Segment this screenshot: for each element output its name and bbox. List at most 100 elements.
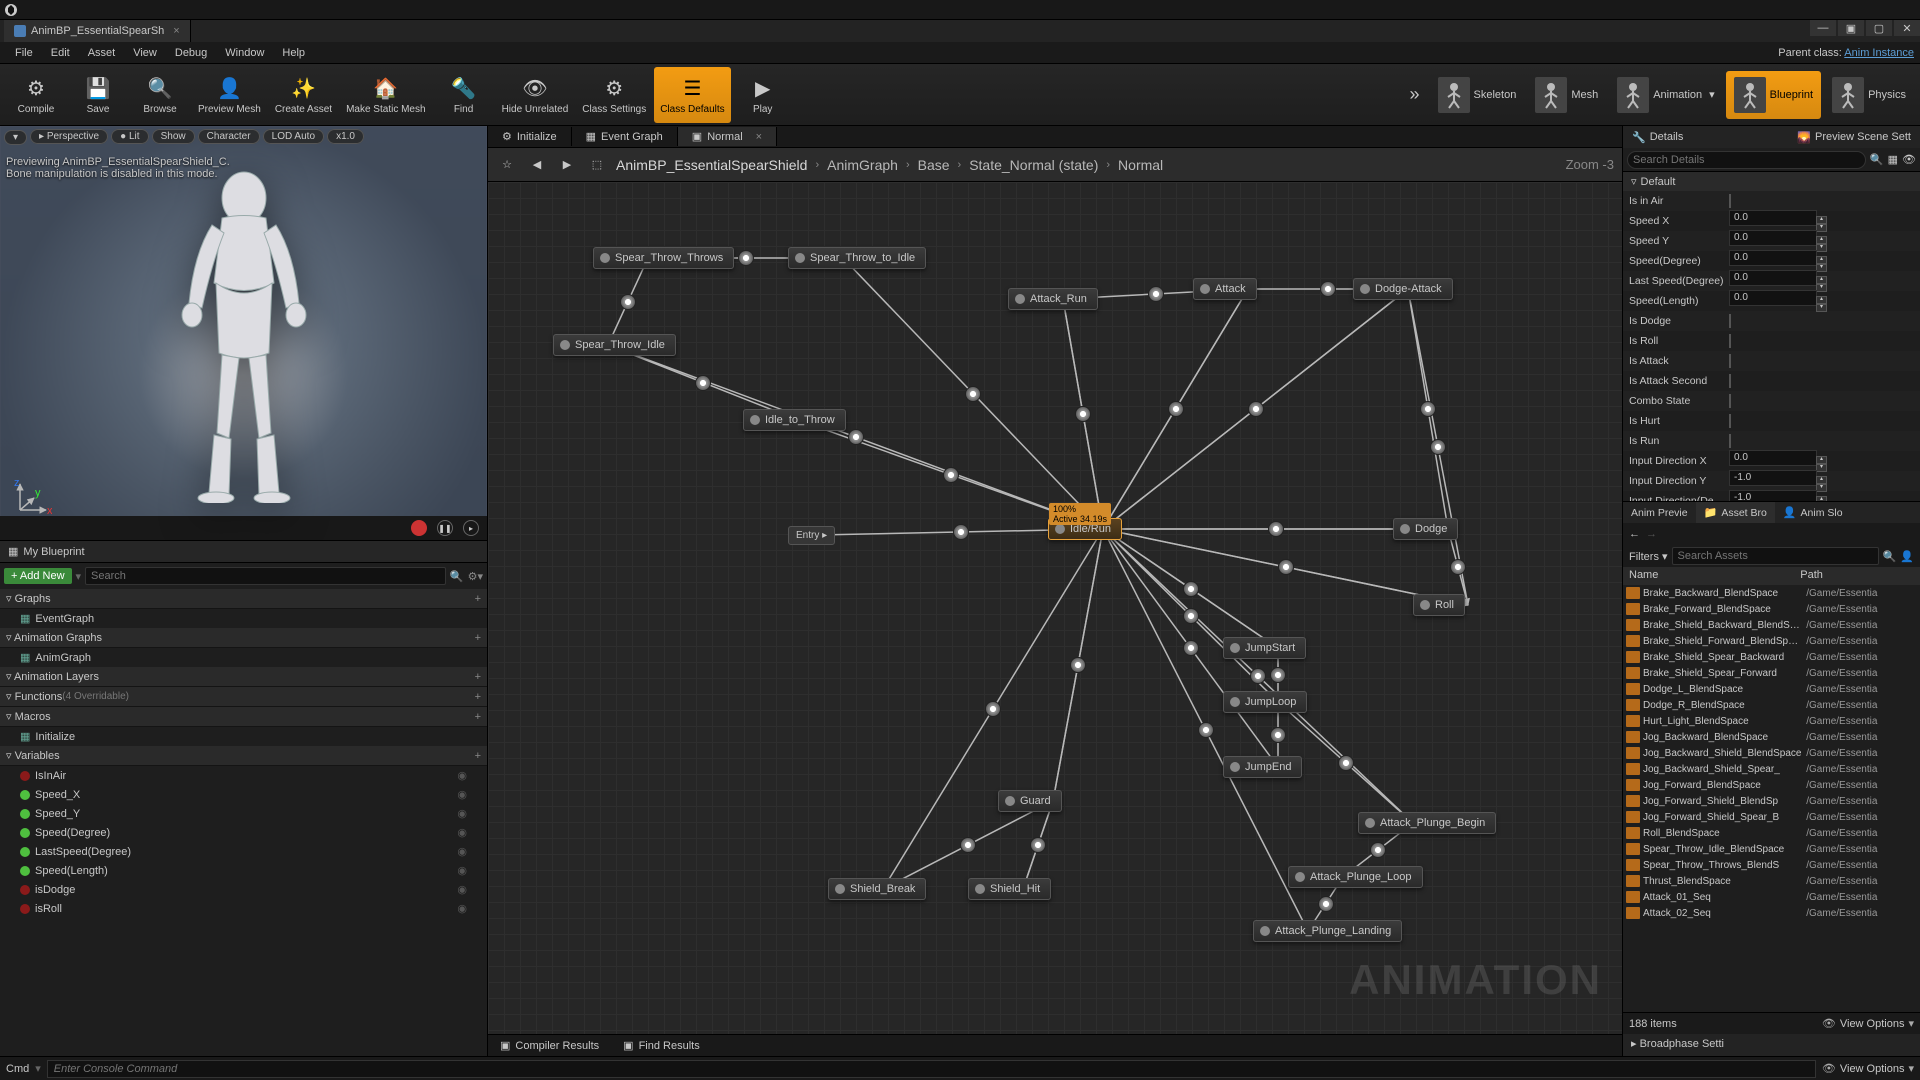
checkbox[interactable]	[1729, 314, 1731, 328]
graph-canvas[interactable]: ANIMATION Spear_Throw_ThrowsSpear_Throw_…	[488, 182, 1622, 1034]
close-icon[interactable]: ×	[756, 131, 762, 143]
add-icon[interactable]: +	[475, 671, 481, 683]
transition-rule-icon[interactable]	[953, 524, 969, 540]
checkbox[interactable]	[1729, 334, 1731, 348]
menu-window[interactable]: Window	[216, 45, 273, 61]
spin-up-icon[interactable]: ▴	[1816, 236, 1827, 244]
vp-x10[interactable]: x1.0	[327, 129, 364, 144]
history-fwd-icon[interactable]: →	[1646, 528, 1657, 540]
window-min-button[interactable]: —	[1810, 20, 1836, 36]
mode-mesh[interactable]: Mesh	[1527, 71, 1606, 119]
transition-rule-icon[interactable]	[965, 386, 981, 402]
spin-up-icon[interactable]: ▴	[1816, 296, 1827, 304]
myblueprint-tab[interactable]: ▦ My Blueprint	[0, 541, 487, 563]
checkbox[interactable]	[1729, 394, 1731, 408]
transition-rule-icon[interactable]	[1420, 401, 1436, 417]
state-attack_plunge_begin[interactable]: Attack_Plunge_Begin	[1358, 812, 1496, 834]
add-icon[interactable]: +	[475, 691, 481, 703]
state-spear_throw_idle[interactable]: Spear_Throw_Idle	[553, 334, 676, 356]
details-search[interactable]	[1627, 151, 1866, 169]
number-input[interactable]	[1729, 210, 1817, 226]
transition-rule-icon[interactable]	[1198, 722, 1214, 738]
state-idle_run[interactable]: 100%Active 34.19sIdle/Run	[1048, 518, 1122, 540]
asset-row[interactable]: Jog_Forward_BlendSpace/Game/Essentia	[1623, 777, 1920, 793]
asset-row[interactable]: Attack_02_Seq/Game/Essentia	[1623, 905, 1920, 921]
asset-row[interactable]: Brake_Shield_Forward_BlendSpace/Game/Ess…	[1623, 633, 1920, 649]
visibility-icon[interactable]: ◉	[457, 769, 467, 782]
transition-rule-icon[interactable]	[738, 250, 754, 266]
state-guard[interactable]: Guard	[998, 790, 1062, 812]
search-icon[interactable]: 🔍	[1883, 550, 1897, 563]
mode-skeleton[interactable]: Skeleton	[1430, 71, 1525, 119]
transition-rule-icon[interactable]	[1450, 559, 1466, 575]
col-path[interactable]: Path	[1794, 567, 1920, 585]
details-section-default[interactable]: ▿ Default	[1623, 172, 1920, 191]
preview-button[interactable]: 👤Preview Mesh	[192, 67, 267, 123]
favorite-icon[interactable]: ☆	[496, 154, 518, 176]
number-input[interactable]	[1729, 490, 1817, 501]
state-attack_plunge_landing[interactable]: Attack_Plunge_Landing	[1253, 920, 1402, 942]
view-options-button[interactable]: 👁 View Options ▾	[1822, 1062, 1914, 1075]
visibility-icon[interactable]: ◉	[457, 883, 467, 896]
window-restore-button[interactable]: ▣	[1838, 20, 1864, 36]
vp-lodauto[interactable]: LOD Auto	[263, 129, 324, 144]
spin-up-icon[interactable]: ▴	[1816, 456, 1827, 464]
filters-button[interactable]: Filters ▾	[1629, 550, 1668, 563]
graph-tab-normal[interactable]: ▣Normal ×	[678, 127, 777, 146]
viewport[interactable]: ▾ ▸ Perspective ● Lit Show Character LOD…	[0, 126, 487, 541]
menu-view[interactable]: View	[124, 45, 166, 61]
vp-perspective[interactable]: ▸ Perspective	[30, 129, 108, 144]
transition-rule-icon[interactable]	[960, 837, 976, 853]
transition-rule-icon[interactable]	[943, 467, 959, 483]
bp-item-eventgraph[interactable]: ▦EventGraph	[0, 609, 487, 628]
asset-row[interactable]: Jog_Backward_Shield_BlendSpace/Game/Esse…	[1623, 745, 1920, 761]
close-icon[interactable]: ×	[173, 25, 179, 37]
bp-section-macros[interactable]: ▿ Macros+	[0, 707, 487, 727]
checkbox[interactable]	[1729, 374, 1731, 388]
entry-node[interactable]: Entry ▸	[788, 526, 835, 545]
transition-rule-icon[interactable]	[1320, 281, 1336, 297]
transition-rule-icon[interactable]	[1268, 521, 1284, 537]
visibility-icon[interactable]: ◉	[457, 902, 467, 915]
search-icon[interactable]: 🔍	[450, 570, 464, 583]
transition-rule-icon[interactable]	[1318, 896, 1334, 912]
window-max-button[interactable]: ▢	[1866, 20, 1892, 36]
window-close-button[interactable]: ✕	[1894, 20, 1920, 36]
number-input[interactable]	[1729, 230, 1817, 246]
viewport-menu-icon[interactable]: ▾	[4, 130, 27, 145]
save-button[interactable]: 💾Save	[68, 67, 128, 123]
asset-row[interactable]: Spear_Throw_Idle_BlendSpace/Game/Essenti…	[1623, 841, 1920, 857]
bp-section-graphs[interactable]: ▿ Graphs+	[0, 589, 487, 609]
history-back-icon[interactable]: ←	[1629, 528, 1640, 540]
record-button[interactable]	[411, 520, 427, 536]
step-button[interactable]: ▸	[463, 520, 479, 536]
nav-back-button[interactable]: ◀	[526, 154, 548, 176]
graph-tab-initialize[interactable]: ⚙Initialize	[488, 127, 572, 146]
asset-row[interactable]: Hurt_Light_BlendSpace/Game/Essentia	[1623, 713, 1920, 729]
transition-rule-icon[interactable]	[1250, 668, 1266, 684]
breadcrumb-item[interactable]: AnimGraph	[827, 157, 898, 173]
asset-row[interactable]: Brake_Shield_Backward_BlendSpace/Game/Es…	[1623, 617, 1920, 633]
spin-down-icon[interactable]: ▾	[1816, 304, 1827, 312]
editor-tab[interactable]: AnimBP_EssentialSpearSh ×	[4, 20, 191, 42]
bp-section-variables[interactable]: ▿ Variables+	[0, 746, 487, 766]
state-idle_to_throw[interactable]: Idle_to_Throw	[743, 409, 846, 431]
parent-class-link[interactable]: Anim Instance	[1844, 47, 1914, 59]
bp-item-isdodge[interactable]: isDodge◉	[0, 880, 487, 899]
checkbox[interactable]	[1729, 354, 1731, 368]
number-input[interactable]	[1729, 250, 1817, 266]
bp-item-initialize[interactable]: ▦Initialize	[0, 727, 487, 746]
menu-asset[interactable]: Asset	[79, 45, 125, 61]
transition-rule-icon[interactable]	[1430, 439, 1446, 455]
state-roll[interactable]: Roll	[1413, 594, 1465, 616]
makestatic-button[interactable]: 🏠Make Static Mesh	[340, 67, 431, 123]
add-icon[interactable]: +	[475, 632, 481, 644]
bp-item-isroll[interactable]: isRoll◉	[0, 899, 487, 918]
bp-item-speed(length)[interactable]: Speed(Length)◉	[0, 861, 487, 880]
vp-character[interactable]: Character	[198, 129, 260, 144]
browse-button[interactable]: 🔍Browse	[130, 67, 190, 123]
transition-rule-icon[interactable]	[1248, 401, 1264, 417]
bp-item-speed_x[interactable]: Speed_X◉	[0, 785, 487, 804]
asset-row[interactable]: Brake_Forward_BlendSpace/Game/Essentia	[1623, 601, 1920, 617]
bp-item-speed(degree)[interactable]: Speed(Degree)◉	[0, 823, 487, 842]
